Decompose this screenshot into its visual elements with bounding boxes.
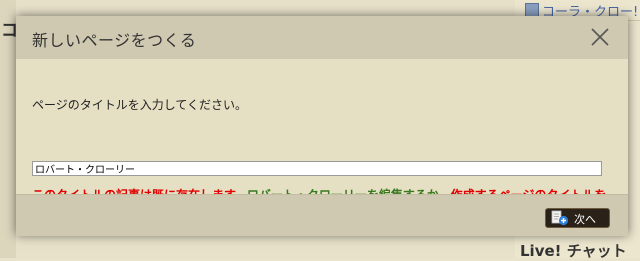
title-prompt: ページのタイトルを入力してください。 — [32, 98, 248, 112]
page-title-input[interactable] — [32, 161, 602, 176]
create-page-dialog: 新しいページをつくる ページのタイトルを入力してください。 このタイトルの記事は… — [16, 16, 628, 236]
dialog-header: 新しいページをつくる — [16, 16, 628, 59]
dialog-body: ページのタイトルを入力してください。 このタイトルの記事は既に存在します。ロバー… — [16, 59, 628, 221]
next-button[interactable]: 次へ — [545, 208, 610, 228]
dialog-footer: 次へ — [16, 194, 628, 236]
page-icon — [525, 3, 539, 17]
new-page-icon — [551, 210, 569, 226]
next-button-label: 次へ — [574, 213, 596, 226]
close-icon — [591, 28, 609, 46]
dialog-title: 新しいページをつくる — [32, 31, 197, 50]
close-button[interactable] — [589, 26, 611, 48]
